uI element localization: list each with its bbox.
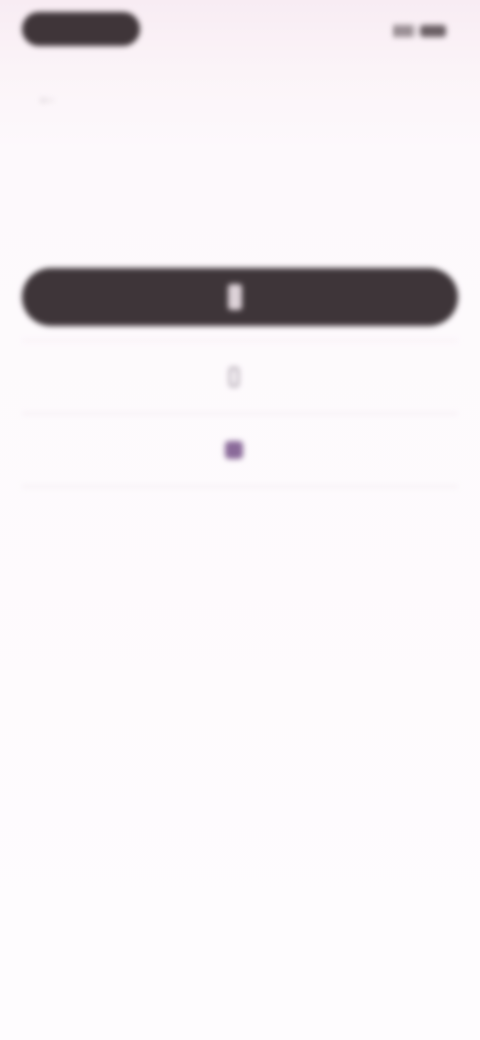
back-arrow-icon[interactable]: ←: [34, 84, 60, 110]
option-list: [22, 340, 458, 487]
option-key[interactable]: [22, 414, 458, 487]
signal-icon: [394, 25, 414, 37]
battery-icon: [420, 25, 446, 37]
app-screen: ←: [0, 0, 480, 1040]
status-time-pill: [22, 12, 140, 46]
primary-action-button[interactable]: [22, 268, 458, 326]
status-indicators: [350, 20, 446, 42]
blurred-content: ←: [0, 0, 480, 1040]
phone-icon: [229, 367, 239, 387]
key-icon: [225, 441, 243, 459]
option-phone[interactable]: [22, 340, 458, 414]
device-icon: [228, 284, 242, 310]
